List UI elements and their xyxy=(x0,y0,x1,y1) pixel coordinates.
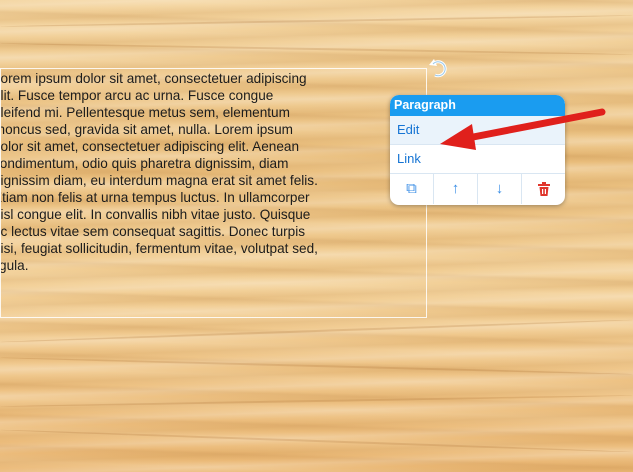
wood-grain xyxy=(0,356,633,376)
annotation-arrow-icon xyxy=(440,108,606,150)
wood-grain xyxy=(0,318,633,344)
wood-grain xyxy=(0,14,633,28)
duplicate-icon[interactable]: ⧉ xyxy=(390,174,433,204)
move-up-icon[interactable]: ↑ xyxy=(433,174,477,204)
paragraph-text-box[interactable]: Lorem ipsum dolor sit amet, consectetuer… xyxy=(0,68,427,318)
rotate-handle-icon[interactable] xyxy=(426,56,452,82)
move-down-icon[interactable]: ↓ xyxy=(477,174,521,204)
delete-icon[interactable] xyxy=(521,174,565,204)
wood-grain xyxy=(0,428,633,454)
wood-grain xyxy=(0,394,633,408)
wood-grain xyxy=(0,42,633,56)
paragraph-text: Lorem ipsum dolor sit amet, consectetuer… xyxy=(0,71,318,273)
menu-toolbar: ⧉ ↑ ↓ xyxy=(390,174,565,204)
